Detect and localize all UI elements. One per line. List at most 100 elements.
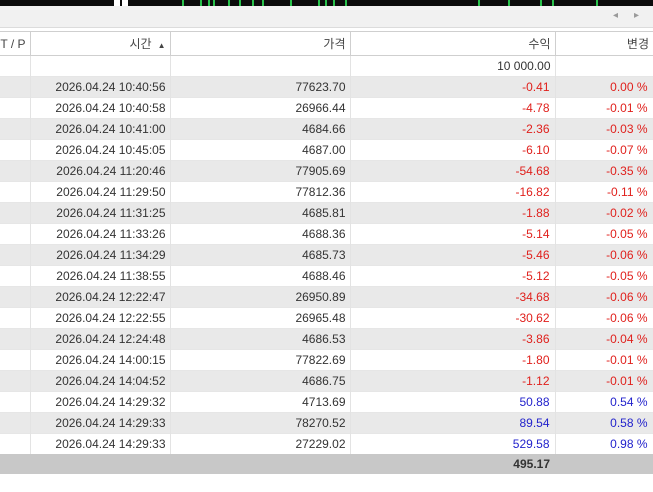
profit-cell: 50.88 [350,391,556,413]
change-cell: -0.01 % [555,349,653,371]
time-cell: 2026.04.24 12:22:47 [30,286,171,308]
tp-cell [0,181,31,203]
change-cell: -0.35 % [555,160,653,182]
balance-empty-cell [0,55,31,77]
table-row[interactable]: 2026.04.24 14:29:33 78270.52 89.54 0.58 % [0,412,653,434]
profit-cell: -30.62 [350,307,556,329]
time-cell: 2026.04.24 11:20:46 [30,160,171,182]
table-row[interactable]: 2026.04.24 12:24:48 4686.53 -3.86 -0.04 % [0,328,653,350]
change-cell: -0.11 % [555,181,653,203]
profit-cell: -54.68 [350,160,556,182]
table-row[interactable]: 2026.04.24 14:04:52 4686.75 -1.12 -0.01 % [0,370,653,392]
scroll-left-arrow-icon[interactable]: ◂ [613,10,618,21]
change-cell: -0.06 % [555,244,653,266]
table-row[interactable]: 2026.04.24 12:22:55 26965.48 -30.62 -0.06 % [0,307,653,329]
tp-cell [0,328,31,350]
price-cell: 77905.69 [170,160,351,182]
price-cell: 77822.69 [170,349,351,371]
tp-cell [0,97,31,119]
total-profit: 495.17 [350,454,555,474]
time-cell: 2026.04.24 11:31:25 [30,202,171,224]
table-row[interactable]: 2026.04.24 10:40:56 77623.70 -0.41 0.00 % [0,76,653,98]
table-row[interactable]: 2026.04.24 11:20:46 77905.69 -54.68 -0.35 % [0,160,653,182]
column-header-profit[interactable]: 수익 [350,31,556,56]
profit-cell: 89.54 [350,412,556,434]
table-row[interactable]: 2026.04.24 11:29:50 77812.36 -16.82 -0.11 % [0,181,653,203]
table-row[interactable]: 2026.04.24 14:00:15 77822.69 -1.80 -0.01 % [0,349,653,371]
column-header-time-label: 시간 [129,37,152,51]
price-cell: 4686.53 [170,328,351,350]
change-cell: -0.06 % [555,286,653,308]
profit-cell: -34.68 [350,286,556,308]
total-empty-cell [30,454,170,474]
tp-cell [0,286,31,308]
time-cell: 2026.04.24 14:29:33 [30,433,171,454]
profit-cell: -1.12 [350,370,556,392]
column-header-time[interactable]: 시간 ▲ [30,31,171,56]
change-cell: -0.07 % [555,139,653,161]
scroll-right-arrow-icon[interactable]: ▸ [634,10,639,21]
profit-cell: -16.82 [350,181,556,203]
table-row[interactable]: 2026.04.24 10:45:05 4687.00 -6.10 -0.07 % [0,139,653,161]
table-row[interactable]: 2026.04.24 10:40:58 26966.44 -4.78 -0.01 % [0,97,653,119]
balance-empty-cell [170,55,351,77]
time-cell: 2026.04.24 10:40:58 [30,97,171,119]
time-cell: 2026.04.24 11:33:26 [30,223,171,245]
table-row[interactable]: 2026.04.24 14:29:33 27229.02 529.58 0.98 % [0,433,653,454]
column-header-change-label: 변경 [626,37,649,51]
table-row[interactable]: 2026.04.24 14:29:32 4713.69 50.88 0.54 % [0,391,653,413]
time-cell: 2026.04.24 10:40:56 [30,76,171,98]
change-cell: -0.02 % [555,202,653,224]
change-cell: -0.05 % [555,223,653,245]
price-cell: 4688.36 [170,223,351,245]
profit-cell: -3.86 [350,328,556,350]
table-row[interactable]: 2026.04.24 11:31:25 4685.81 -1.88 -0.02 % [0,202,653,224]
table-row[interactable]: 2026.04.24 11:38:55 4688.46 -5.12 -0.05 % [0,265,653,287]
change-cell: -0.01 % [555,97,653,119]
change-cell: -0.01 % [555,370,653,392]
column-header-price[interactable]: 가격 [170,31,351,56]
table-row[interactable]: 2026.04.24 11:33:26 4688.36 -5.14 -0.05 % [0,223,653,245]
tp-cell [0,391,31,413]
table-row[interactable]: 2026.04.24 10:41:00 4684.66 -2.36 -0.03 % [0,118,653,140]
price-cell: 78270.52 [170,412,351,434]
time-cell: 2026.04.24 10:45:05 [30,139,171,161]
column-header-price-label: 가격 [323,37,346,51]
time-cell: 2026.04.24 14:29:33 [30,412,171,434]
tp-cell [0,433,31,454]
tp-cell [0,139,31,161]
time-cell: 2026.04.24 11:38:55 [30,265,171,287]
change-cell: -0.06 % [555,307,653,329]
balance-row: 10 000.00 [0,55,653,77]
profit-cell: -5.14 [350,223,556,245]
tp-cell [0,118,31,140]
price-cell: 4685.81 [170,202,351,224]
table-row[interactable]: 2026.04.24 11:34:29 4685.73 -5.46 -0.06 % [0,244,653,266]
sort-ascending-icon: ▲ [157,41,166,50]
price-cell: 4687.00 [170,139,351,161]
column-header-profit-label: 수익 [528,37,551,51]
time-cell: 2026.04.24 10:41:00 [30,118,171,140]
price-cell: 27229.02 [170,433,351,454]
change-cell: 0.98 % [555,433,653,454]
time-cell: 2026.04.24 12:22:55 [30,307,171,329]
price-cell: 4713.69 [170,391,351,413]
tp-cell [0,202,31,224]
horizontal-scrollbar[interactable]: ◂ ▸ [0,6,653,28]
tp-cell [0,370,31,392]
total-empty-cell [170,454,350,474]
column-header-tp[interactable]: T / P [0,31,31,56]
time-cell: 2026.04.24 11:29:50 [30,181,171,203]
tp-cell [0,307,31,329]
tp-cell [0,349,31,371]
table-row[interactable]: 2026.04.24 12:22:47 26950.89 -34.68 -0.06 % [0,286,653,308]
initial-balance: 10 000.00 [350,55,556,77]
profit-cell: -1.80 [350,349,556,371]
profit-cell: -2.36 [350,118,556,140]
column-header-change[interactable]: 변경 [555,31,653,56]
total-row: 495.17 [0,454,653,474]
change-cell: 0.58 % [555,412,653,434]
profit-cell: 529.58 [350,433,556,454]
price-cell: 4684.66 [170,118,351,140]
tp-cell [0,265,31,287]
